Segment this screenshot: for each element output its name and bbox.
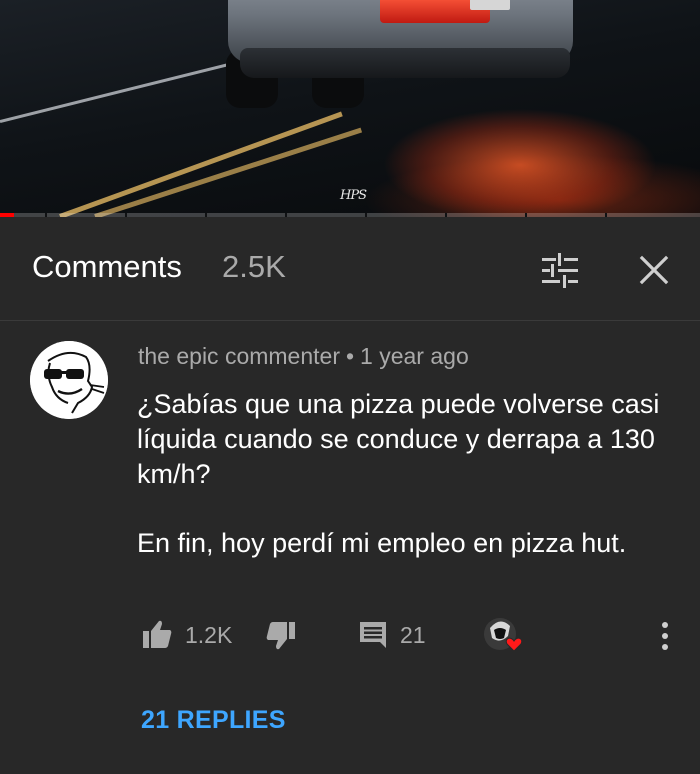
thumbs-up-icon[interactable] [141, 618, 173, 650]
creator-heart-icon [484, 618, 523, 652]
comment-body: ¿Sabías que una pizza puede volverse cas… [137, 387, 697, 561]
car-bumper [240, 48, 570, 78]
reply-count: 21 [400, 622, 426, 648]
like-count: 1.2K [185, 622, 233, 648]
comment-actions: 1.2K 21 [0, 612, 700, 658]
comment-paragraph: En fin, hoy perdí mi empleo en pizza hut… [137, 528, 627, 558]
close-icon[interactable] [633, 249, 675, 291]
comments-count: 2.5K [222, 249, 286, 284]
road-lane-line [94, 127, 363, 217]
header-divider [0, 320, 700, 321]
comments-title: Comments [32, 249, 182, 284]
thumbs-down-icon[interactable] [265, 620, 297, 652]
comment-icon[interactable] [358, 620, 388, 650]
view-replies-button[interactable]: 21 REPLIES [141, 706, 286, 735]
comment-paragraph: ¿Sabías que una pizza puede volverse cas… [137, 389, 660, 489]
comment-author[interactable]: the epic commenter [138, 343, 340, 369]
sort-sliders-icon[interactable] [540, 251, 580, 291]
video-watermark: HPS [340, 188, 367, 203]
meta-separator: • [345, 343, 355, 369]
more-vert-icon[interactable] [650, 620, 680, 652]
meme-face-avatar[interactable] [30, 341, 108, 419]
comment-meta: the epic commenter • 1 year ago [138, 343, 469, 370]
comment-time[interactable]: 1 year ago [360, 343, 469, 369]
car-plate [470, 0, 510, 10]
video-player[interactable]: HPS [0, 0, 700, 217]
road-lane-line [59, 111, 343, 217]
comments-header: Comments 2.5K [0, 217, 700, 321]
